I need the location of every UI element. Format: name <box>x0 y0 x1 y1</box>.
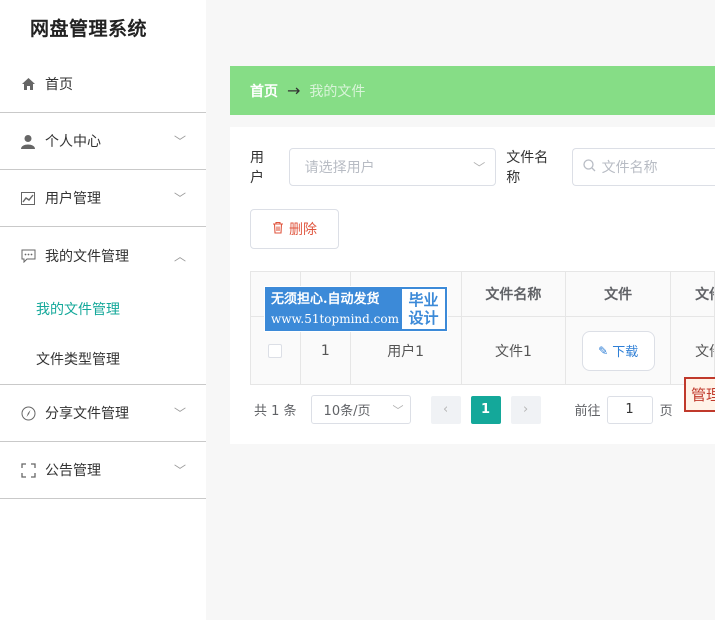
row-checkbox[interactable] <box>268 343 283 358</box>
goto-label: 前往 <box>574 404 601 419</box>
submenu-item-file-types[interactable]: 文件类型管理 <box>0 334 206 384</box>
chevron-down-icon: ﹀ <box>173 191 186 206</box>
chat-icon <box>20 248 36 264</box>
watermark-line2: www.51topmind.com <box>271 312 399 326</box>
delete-button[interactable]: 删除 <box>250 209 339 249</box>
delete-button-label: 删除 <box>289 222 317 238</box>
sidebar-menu: 首页 个人中心 ﹀ 用户管理 ﹀ 我的文件管理 ︿ 我的文件管理 文件类型管理 <box>0 56 206 499</box>
page-number-current[interactable]: 1 <box>470 395 501 424</box>
breadcrumb-home[interactable]: 首页 <box>250 81 278 101</box>
watermark-badge-line1: 毕业 <box>408 291 439 309</box>
manage-floating-button[interactable]: 管理 <box>684 377 715 412</box>
sidebar-item-profile[interactable]: 个人中心 ﹀ <box>0 113 206 170</box>
sidebar-item-label: 我的文件管理 <box>45 248 129 265</box>
goto-page-input[interactable]: 1 <box>606 395 653 424</box>
row-file-cell: ✎ 下载 <box>566 317 672 385</box>
compass-icon <box>20 405 36 421</box>
page-size-value: 10条/页 <box>323 404 371 419</box>
download-button[interactable]: ✎ 下载 <box>581 330 655 371</box>
download-button-label: 下载 <box>612 345 639 360</box>
breadcrumb-current: 我的文件 <box>309 83 366 100</box>
breadcrumb-separator: → <box>287 81 301 100</box>
sidebar-item-home[interactable]: 首页 <box>0 56 206 113</box>
watermark-banner: 无须担心.自动发货 www.51topmind.com 毕业 设计 <box>264 286 448 332</box>
page-unit-label: 页 <box>659 404 673 419</box>
breadcrumb: 首页 → 我的文件 <box>230 66 715 115</box>
user-select-placeholder: 请选择用户 <box>304 160 375 176</box>
file-name-label: 文件名称 <box>506 150 549 186</box>
chevron-left-icon: ‹ <box>442 402 449 417</box>
home-icon <box>20 76 36 92</box>
sidebar-item-users[interactable]: 用户管理 ﹀ <box>0 170 206 227</box>
next-page-button[interactable]: › <box>510 395 541 424</box>
user-select[interactable]: 请选择用户 ﹀ <box>288 148 497 186</box>
chevron-right-icon: › <box>522 402 529 417</box>
sidebar: 网盘管理系统 首页 个人中心 ﹀ 用户管理 ﹀ 我的文件管理 ︿ 我的文件管理 … <box>0 0 206 620</box>
user-filter-label: 用户 <box>250 150 264 186</box>
row-file-name: 文件1 <box>461 317 567 385</box>
sidebar-item-label: 公告管理 <box>45 463 101 479</box>
user-icon <box>20 133 36 149</box>
chevron-down-icon: ﹀ <box>392 403 404 417</box>
header-file: 文件 <box>566 272 672 317</box>
chevron-down-icon: ﹀ <box>173 134 186 149</box>
sidebar-item-my-files[interactable]: 我的文件管理 ︿ <box>0 227 206 284</box>
chart-icon <box>20 190 36 206</box>
edit-icon: ✎ <box>598 343 609 358</box>
search-bar: 用户 请选择用户 ﹀ 文件名称 文件名称 <box>250 147 715 187</box>
sidebar-item-label: 分享文件管理 <box>45 406 129 422</box>
watermark-badge: 毕业 设计 <box>402 289 445 329</box>
sidebar-item-label: 用户管理 <box>45 191 101 207</box>
prev-page-button[interactable]: ‹ <box>430 395 461 424</box>
header-file-name: 文件名称 <box>461 272 567 317</box>
search-icon <box>582 158 596 176</box>
watermark-badge-line2: 设计 <box>408 309 439 327</box>
chevron-down-icon: ﹀ <box>173 463 186 478</box>
chevron-down-icon: ﹀ <box>173 406 186 421</box>
sidebar-item-announcements[interactable]: 公告管理 ﹀ <box>0 442 206 499</box>
sidebar-item-shared-files[interactable]: 分享文件管理 ﹀ <box>0 385 206 442</box>
sidebar-item-label: 首页 <box>45 77 73 93</box>
app-title: 网盘管理系统 <box>30 18 148 40</box>
file-name-input[interactable]: 文件名称 <box>571 148 715 186</box>
submenu: 我的文件管理 文件类型管理 <box>0 284 206 385</box>
sidebar-item-label: 个人中心 <box>45 134 101 150</box>
row-file-type: 文件 <box>671 317 715 385</box>
page-size-select[interactable]: 10条/页 ﹀ <box>310 395 411 424</box>
header-file-type: 文件 <box>671 272 715 317</box>
chevron-down-icon: ﹀ <box>473 160 486 175</box>
chevron-up-icon: ︿ <box>173 249 186 263</box>
submenu-item-my-files[interactable]: 我的文件管理 <box>0 284 206 334</box>
file-name-placeholder: 文件名称 <box>601 160 658 176</box>
pagination: 共 1 条 10条/页 ﹀ ‹ 1 › 前往 1 页 <box>254 395 673 424</box>
trash-icon <box>272 221 284 238</box>
pagination-total: 共 1 条 <box>254 404 297 419</box>
watermark-text: 无须担心.自动发货 www.51topmind.com <box>265 287 400 331</box>
frame-icon <box>20 462 36 478</box>
watermark-line1: 无须担心.自动发货 <box>271 292 380 307</box>
